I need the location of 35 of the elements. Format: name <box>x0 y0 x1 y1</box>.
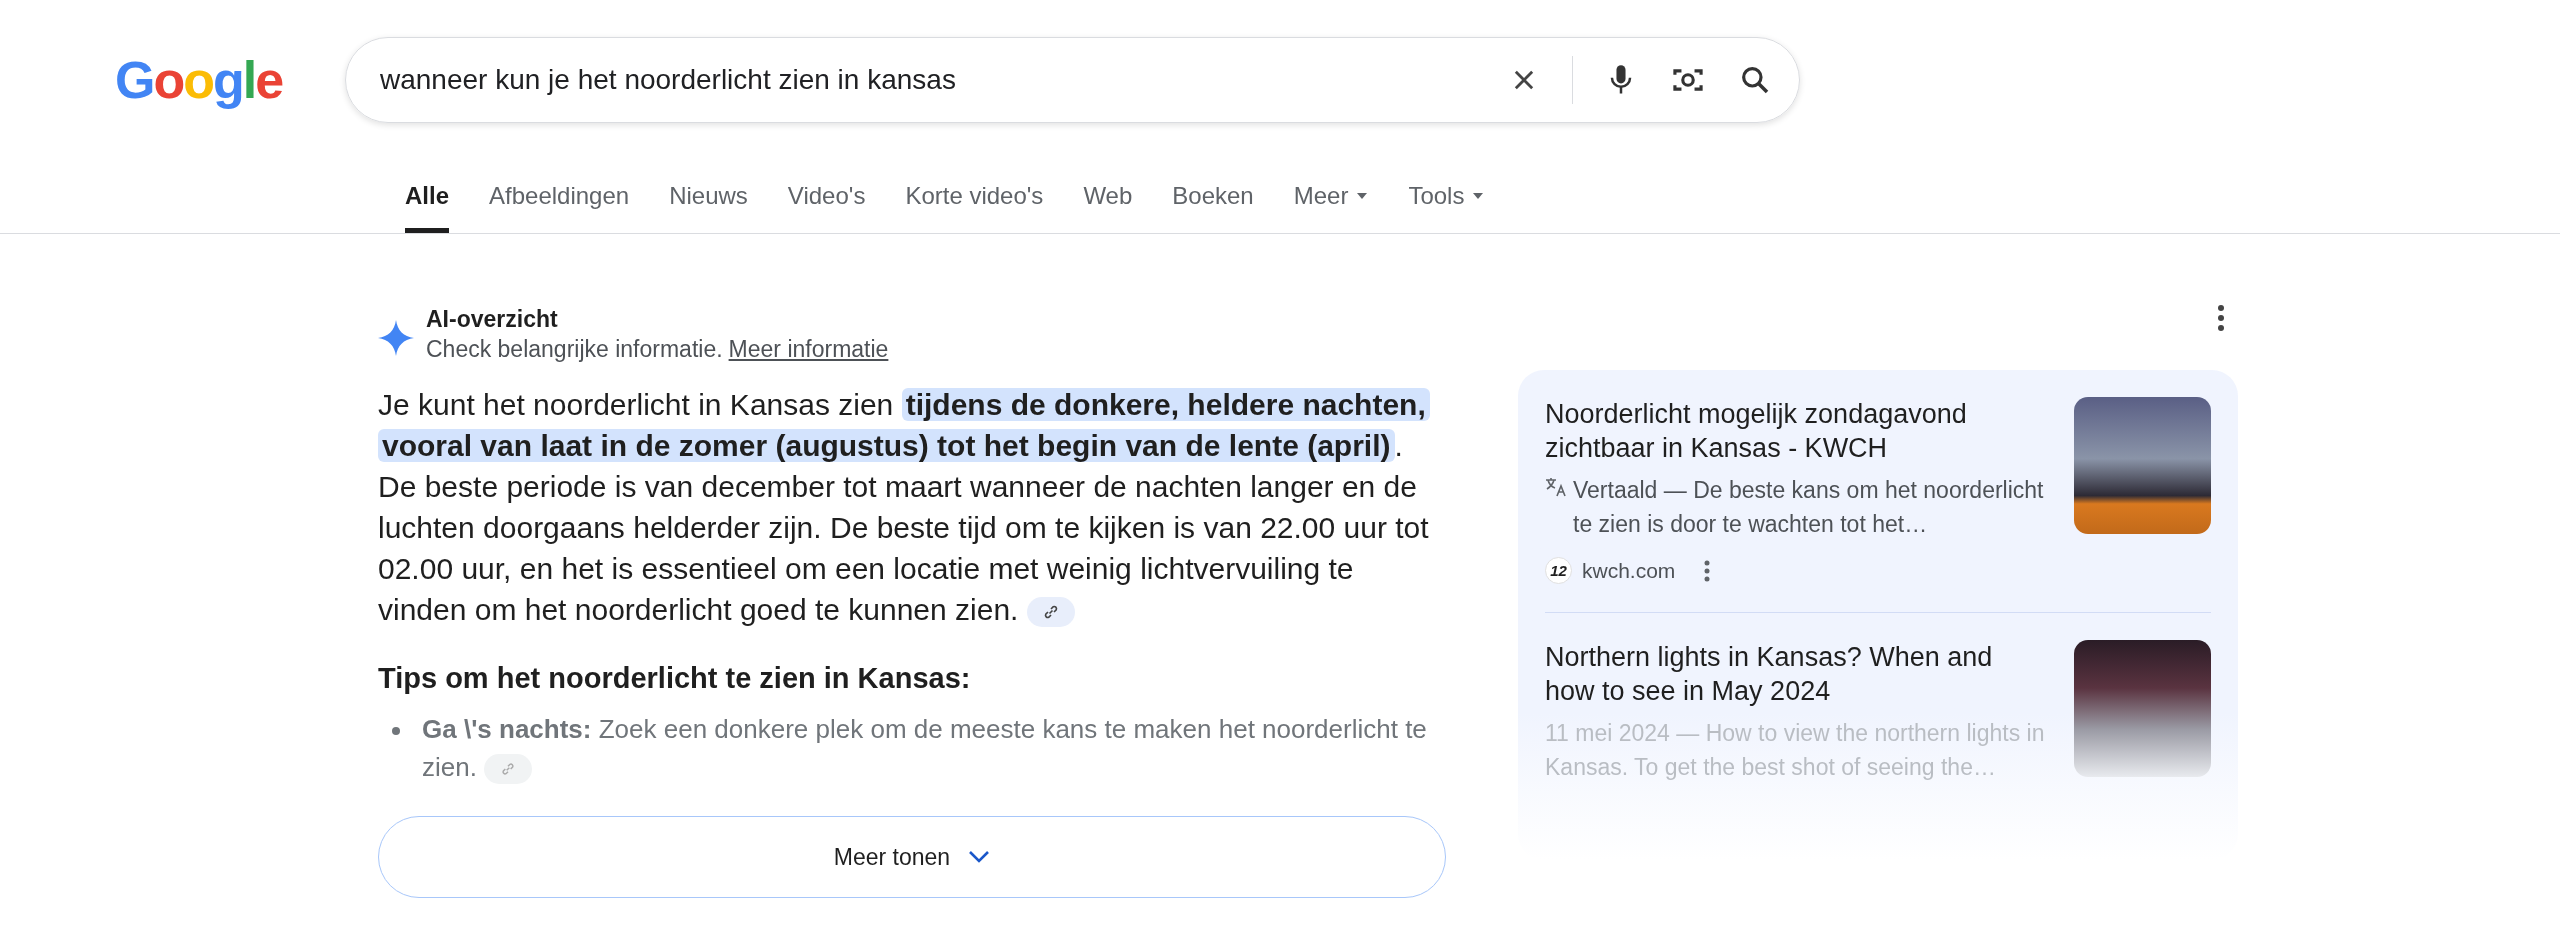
source-title[interactable]: Northern lights in Kansas? When and how to see in May 2024 <box>1545 639 2048 708</box>
overview-paragraph: Je kunt het noorderlicht in Kansas zien tijdens de donkere, heldere nachten, vooral van laat in de zomer (augustus) tot het begin van de lente (april). De beste periode is van december tot maart wanneer de nachten langer en de luchten doorgaans helderder zijn. De beste tijd om te kijken is van 22.00 uur tot 02.00 uur, en het is essentieel om een locatie met weinig lichtvervuiling te vinden om het noorderlicht goed te kunnen zien. <box>378 387 1431 630</box>
google-logo[interactable]: Google <box>115 41 345 119</box>
site-favicon: 12 <box>1545 557 1572 585</box>
tips-heading: Tips om het noorderlicht te zien in Kansas: <box>378 661 972 696</box>
search-tab[interactable]: Nieuws <box>669 178 748 233</box>
caret-icon <box>1356 192 1369 200</box>
translate-icon <box>1545 477 1567 497</box>
search-tab[interactable]: Tools <box>1408 178 1485 233</box>
tip-text: Ga \'s nachts: Zoek een donkere plek om de meeste kans te maken het noorderlicht te zien. <box>422 710 1448 786</box>
bullet-icon <box>392 727 400 735</box>
source-snippet: Vertaald — De beste kans om het noorderlicht te zien is door te wachten tot het… <box>1573 476 2045 539</box>
search-tab[interactable]: Alle <box>405 178 449 233</box>
overview-title: AI-overzicht <box>426 305 559 334</box>
source-snippet: 11 mei 2024 — How to view the northern lights in Kansas. To get the best shot of seeing the… <box>1545 718 2046 782</box>
search-tab[interactable]: Web <box>1083 178 1133 233</box>
caret-icon <box>1472 192 1485 200</box>
search-tab[interactable]: Video's <box>787 178 866 233</box>
more-options-icon[interactable] <box>1703 559 1712 582</box>
search-tab[interactable]: Meer <box>1293 178 1369 233</box>
more-options-icon[interactable] <box>2216 304 2226 332</box>
search-tab[interactable]: Afbeeldingen <box>489 178 630 233</box>
link-chip-icon[interactable] <box>1026 597 1075 628</box>
source-title[interactable]: Noorderlicht mogelijk zondagavond zichtbaar in Kansas - KWCH <box>1545 397 2048 465</box>
more-info-link[interactable]: Meer informatie <box>728 334 889 364</box>
photo-placeholder[interactable] <box>2074 639 2211 777</box>
overview-subtitle: Check belangrijke informatie. <box>426 335 723 364</box>
chevron-down-icon <box>968 850 991 864</box>
search-tab[interactable]: Boeken <box>1172 178 1254 233</box>
search-tab[interactable]: Korte video's <box>905 178 1044 233</box>
search-input[interactable]: wanneer kun je het noorderlicht zien in kansas <box>380 59 1488 101</box>
site-name[interactable]: kwch.com <box>1582 555 1676 587</box>
search-icon[interactable] <box>1739 64 1771 96</box>
show-more-button[interactable]: Meer tonen <box>378 816 1446 898</box>
sparkle-icon <box>378 320 414 356</box>
